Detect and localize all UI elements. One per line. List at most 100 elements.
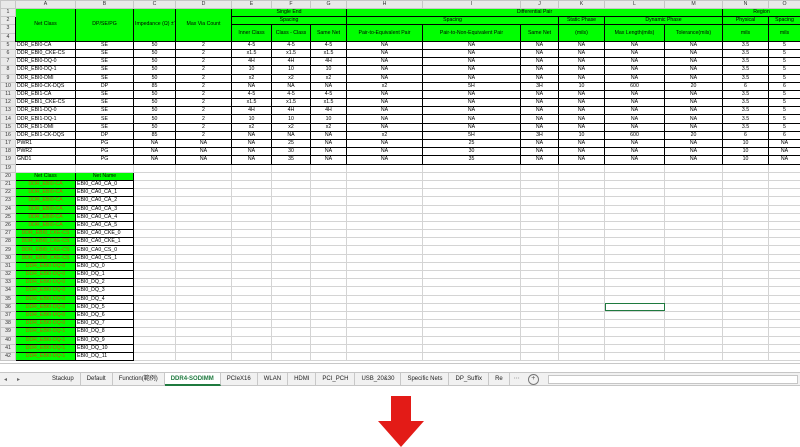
row-number[interactable]: 1 [0, 7, 16, 18]
cell[interactable]: 3.5 [722, 57, 769, 67]
row-number[interactable]: 14 [0, 114, 16, 124]
cell[interactable]: NA [558, 155, 605, 165]
cell[interactable] [346, 294, 423, 304]
cell[interactable] [604, 335, 665, 345]
row-number[interactable]: 32 [0, 269, 16, 280]
cell[interactable]: NA [520, 89, 559, 100]
grid-table[interactable]: A B C D E F G H I J K L M N O 1 Net Class DP/SE/PG Impedan… [0, 0, 800, 362]
cell[interactable]: NA [604, 57, 665, 67]
cell[interactable] [722, 286, 769, 296]
column-header[interactable]: J [520, 0, 559, 9]
cell[interactable] [604, 229, 665, 239]
sheet-tab[interactable]: Stackup [46, 373, 81, 385]
cell[interactable] [175, 229, 232, 239]
selected-cell[interactable] [604, 302, 665, 312]
cell[interactable]: 25 [271, 138, 311, 149]
cell[interactable]: x1.5 [271, 98, 311, 108]
net-name-cell[interactable]: EBI0_DQ_3 [75, 286, 134, 296]
cell[interactable]: 2 [175, 40, 232, 50]
cell[interactable] [231, 319, 272, 329]
cell[interactable]: 10 [271, 65, 311, 75]
cell[interactable] [768, 261, 800, 272]
row-number[interactable]: 23 [0, 196, 16, 206]
cell[interactable] [310, 171, 347, 181]
column-header[interactable]: L [604, 0, 665, 9]
cell[interactable]: NA [558, 89, 605, 100]
cell[interactable] [722, 163, 769, 173]
differential-pair-header[interactable]: Differential Pair [346, 7, 723, 18]
row-number[interactable]: 17 [0, 138, 16, 149]
net-class-cell[interactable]: DDR_EBI0-DQ-1 [15, 343, 76, 353]
cell[interactable] [768, 229, 800, 239]
cell[interactable]: 4H [231, 106, 272, 116]
cell[interactable] [271, 188, 311, 198]
cell[interactable] [310, 237, 347, 247]
cell[interactable]: 10 [558, 130, 605, 141]
cell[interactable]: NA [346, 40, 423, 50]
cell[interactable] [346, 229, 423, 239]
cell[interactable] [231, 327, 272, 337]
cell[interactable]: 5 [768, 98, 800, 108]
net-class-cell[interactable]: DDR_EBI0-DQ-0 [15, 310, 76, 321]
net-name-cell[interactable]: EBI0_DQ_6 [75, 310, 134, 321]
net-class-cell[interactable]: DDR_EBI0-DQ-0 [15, 294, 76, 304]
cell[interactable]: x1.5 [310, 48, 347, 59]
cell[interactable]: NA [346, 89, 423, 100]
cell[interactable] [422, 171, 521, 181]
cell[interactable]: NA [520, 98, 559, 108]
cell[interactable] [231, 294, 272, 304]
row-number[interactable]: 3 [0, 24, 16, 34]
cell[interactable] [346, 171, 423, 181]
cell[interactable] [722, 269, 769, 280]
cell[interactable] [422, 319, 521, 329]
row-number[interactable]: 6 [0, 48, 16, 59]
net-name-cell[interactable]: EBI0_DQ_2 [75, 278, 134, 288]
cell[interactable] [175, 327, 232, 337]
cell[interactable] [175, 343, 232, 353]
cell[interactable] [558, 229, 605, 239]
max-length-header[interactable]: Max Length(mils) [604, 24, 665, 42]
cell[interactable] [558, 212, 605, 222]
net-class-cell[interactable]: DDR_EBI0-DQ-0 [15, 269, 76, 280]
sheet-tab[interactable]: Re [489, 373, 510, 385]
cell[interactable]: NA [520, 147, 559, 157]
net-class-cell[interactable]: DDR_EBI0-DQ-1 [15, 351, 76, 362]
cell[interactable] [422, 343, 521, 353]
net-name-cell[interactable]: EBI0_CA0_CA_4 [75, 212, 134, 222]
cell[interactable]: 10 [722, 147, 769, 157]
cell[interactable] [346, 327, 423, 337]
cell[interactable]: DDR_EBI1_CKE-CS [15, 98, 76, 108]
net-class-cell[interactable]: DDR_EBI0-DQ-0 [15, 261, 76, 272]
column-header[interactable]: N [722, 0, 769, 9]
cell[interactable]: 4-5 [271, 89, 311, 100]
cell[interactable] [271, 310, 311, 321]
cell[interactable]: 3.5 [722, 98, 769, 108]
cell[interactable]: NA [346, 73, 423, 83]
cell[interactable]: 10 [310, 114, 347, 124]
cell[interactable]: SE [75, 57, 134, 67]
max-via-header[interactable]: Max Via Count [175, 8, 232, 42]
tolerance-header[interactable]: Tolerance(mils) [664, 24, 723, 42]
cell[interactable]: 50 [133, 40, 176, 50]
cell[interactable] [520, 335, 559, 345]
cell[interactable] [520, 269, 559, 280]
cell[interactable]: NA [346, 122, 423, 132]
cell[interactable] [768, 302, 800, 312]
cell[interactable]: x2 [346, 81, 423, 91]
cell[interactable]: NA [422, 48, 521, 59]
cell[interactable]: NA [422, 106, 521, 116]
single-end-header[interactable]: Single End [231, 7, 347, 18]
cell[interactable]: NA [346, 65, 423, 75]
cell[interactable] [520, 163, 559, 173]
cell[interactable] [422, 253, 521, 263]
cell[interactable]: NA [604, 40, 665, 50]
cell[interactable]: 3.5 [722, 114, 769, 124]
cell[interactable] [310, 335, 347, 345]
cell[interactable]: NA [520, 65, 559, 75]
cell[interactable] [520, 319, 559, 329]
cell[interactable] [271, 196, 311, 206]
cell[interactable] [346, 245, 423, 255]
region-header[interactable]: Region [722, 7, 800, 18]
cell[interactable]: NA [520, 57, 559, 67]
cell[interactable] [231, 212, 272, 222]
